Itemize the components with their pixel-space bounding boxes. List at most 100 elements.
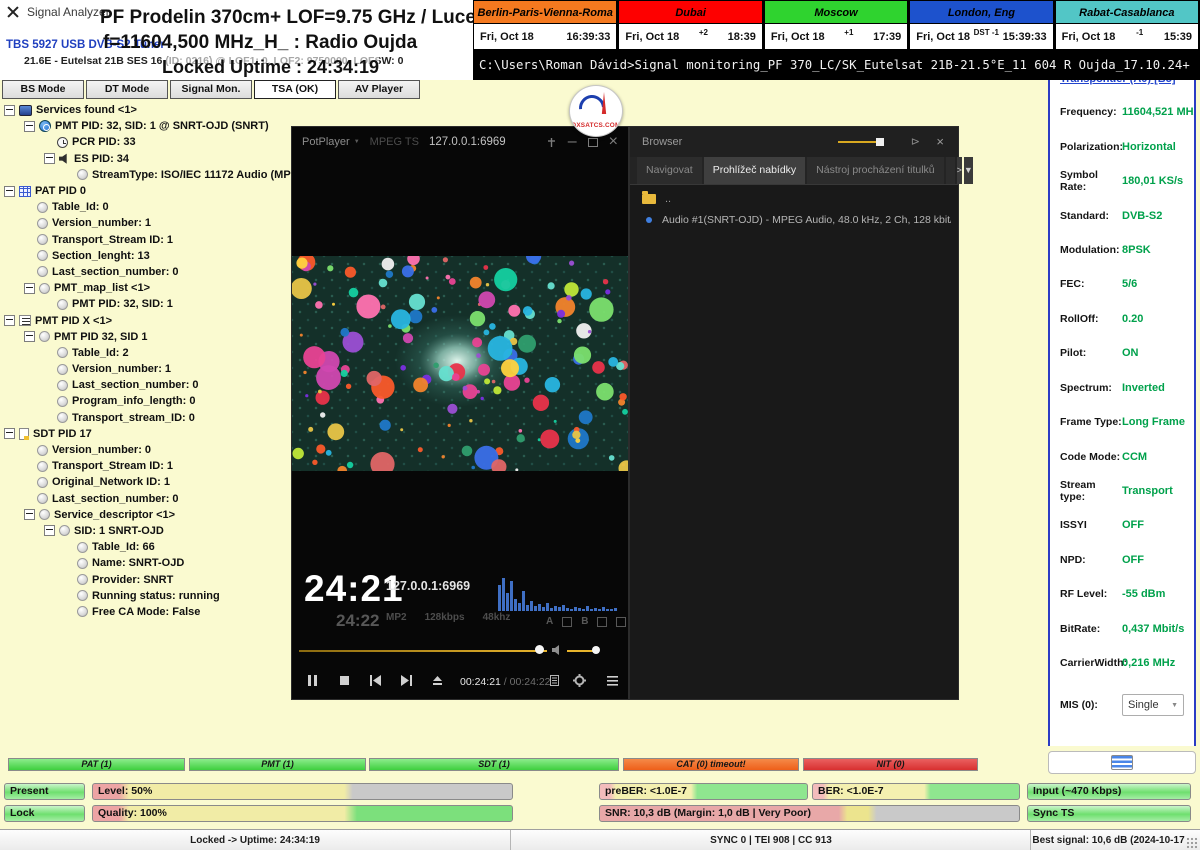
- tree-expand-box[interactable]: [44, 525, 55, 536]
- seek-handle[interactable]: [535, 645, 544, 654]
- tree-item[interactable]: Last_section_number: 0: [0, 491, 291, 507]
- ab-a-button[interactable]: A: [546, 616, 553, 627]
- tree-item[interactable]: Service_descriptor <1>: [0, 507, 291, 523]
- tree-item-label: PMT PID: 32, SID: 1 @ SNRT-OJD (SNRT): [55, 120, 269, 132]
- resize-grip[interactable]: [1186, 837, 1198, 849]
- tree-expand-box[interactable]: [44, 153, 55, 164]
- tree-expand-box[interactable]: [24, 121, 35, 132]
- tree-item[interactable]: PCR PID: 33: [0, 134, 291, 150]
- tree-item[interactable]: PMT PID: 32, SID: 1: [0, 296, 291, 312]
- chevron-right-button[interactable]: >: [957, 157, 962, 184]
- tree-item[interactable]: ES PID: 34: [0, 151, 291, 167]
- mis-select[interactable]: Single ▼: [1122, 694, 1184, 716]
- browser-titlebar[interactable]: Browser ⊳ ×: [630, 127, 958, 157]
- potplayer-menu-button[interactable]: PotPlayer▼: [302, 136, 360, 148]
- video-area[interactable]: [292, 256, 628, 471]
- tree-expand-box[interactable]: [24, 331, 35, 342]
- volume-icon[interactable]: [552, 644, 564, 656]
- opacity-slider-handle[interactable]: [876, 138, 884, 146]
- tree-item[interactable]: Original_Network ID: 1: [0, 474, 291, 490]
- tree-item-label: Name: SNRT-OJD: [92, 557, 184, 569]
- tree-item[interactable]: Transport_Stream ID: 1: [0, 458, 291, 474]
- browser-tab-n-stroj-proch-zen-titulk[interactable]: Nástroj procházení titulků: [807, 157, 943, 184]
- tree-item[interactable]: Name: SNRT-OJD: [0, 555, 291, 571]
- fullscreen-button[interactable]: [616, 617, 626, 627]
- close-icon[interactable]: ×: [936, 134, 944, 149]
- transponder-row-label: Stream type:: [1060, 479, 1122, 503]
- tree-item[interactable]: PMT PID: 32, SID: 1 @ SNRT-OJD (SNRT): [0, 118, 291, 134]
- transponder-row: FEC:5/6: [1050, 267, 1194, 301]
- dot-icon: [57, 396, 68, 407]
- next-button[interactable]: [400, 674, 413, 687]
- tree-item[interactable]: PMT PID 32, SID 1: [0, 329, 291, 345]
- tree-item[interactable]: PMT_map_list <1>: [0, 280, 291, 296]
- tree-item[interactable]: Table_Id: 2: [0, 345, 291, 361]
- tree-item[interactable]: Version_number: 1: [0, 361, 291, 377]
- chevron-down-button[interactable]: ▼: [964, 157, 973, 184]
- tab-tsa-ok[interactable]: TSA (OK): [254, 80, 336, 99]
- transponder-row-value: DVB-S2: [1122, 210, 1162, 222]
- clock-date: Fri, Oct 18: [916, 31, 970, 43]
- tree-item[interactable]: Running status: running: [0, 588, 291, 604]
- tab-av-player[interactable]: AV Player: [338, 80, 420, 99]
- pin-icon[interactable]: ⊳: [911, 135, 920, 148]
- tree-expand-box[interactable]: [24, 509, 35, 520]
- browser-tab-prohl-e-nab-dky[interactable]: Prohlížeč nabídky: [704, 157, 805, 184]
- stop-button[interactable]: [338, 674, 351, 687]
- volume-handle[interactable]: [592, 646, 600, 654]
- clock-offset: DST -1: [974, 28, 999, 37]
- settings-gear-icon[interactable]: [573, 674, 586, 687]
- tree-item[interactable]: SID: 1 SNRT-OJD: [0, 523, 291, 539]
- playlist-button[interactable]: [548, 674, 561, 687]
- pause-button[interactable]: [306, 674, 319, 687]
- tree-item[interactable]: Transport_stream_ID: 0: [0, 410, 291, 426]
- tree-item[interactable]: Last_section_number: 0: [0, 264, 291, 280]
- seek-bar[interactable]: [299, 650, 547, 652]
- tree-item[interactable]: SDT PID 17: [0, 426, 291, 442]
- tab-dt-mode[interactable]: DT Mode: [86, 80, 168, 99]
- tree-expand-box[interactable]: [4, 186, 15, 197]
- transponder-row-value: 180,01 KS/s: [1122, 175, 1183, 187]
- tree-item[interactable]: Table_Id: 0: [0, 199, 291, 215]
- tree-item[interactable]: Program_info_length: 0: [0, 393, 291, 409]
- tree-item[interactable]: Free CA Mode: False: [0, 604, 291, 620]
- loop-button[interactable]: [597, 617, 607, 627]
- ab-b-button[interactable]: B: [581, 616, 588, 627]
- browser-tab-navigovat[interactable]: Navigovat: [637, 157, 702, 184]
- tree-item[interactable]: Services found <1>: [0, 102, 291, 118]
- maximize-icon[interactable]: [588, 138, 598, 147]
- eject-button[interactable]: [431, 674, 444, 687]
- tree-expand-box[interactable]: [4, 105, 15, 116]
- tree-item[interactable]: Version_number: 1: [0, 215, 291, 231]
- tree-expand-box[interactable]: [4, 315, 15, 326]
- tree-expand-box[interactable]: [24, 283, 35, 294]
- status-best-signal: Best signal: 10,6 dB (2024-10-17 16:22): [1030, 830, 1186, 850]
- dot-icon: [57, 364, 68, 375]
- potplayer-menu-label: PotPlayer: [302, 136, 350, 148]
- tab-signal-mon[interactable]: Signal Mon.: [170, 80, 252, 99]
- dot-icon: [39, 509, 50, 520]
- folder-icon: [642, 194, 656, 204]
- tree-item[interactable]: Transport_Stream ID: 1: [0, 232, 291, 248]
- pin-icon[interactable]: [546, 137, 557, 148]
- tree-item[interactable]: Table_Id: 66: [0, 539, 291, 555]
- snapshot-button[interactable]: [562, 617, 572, 627]
- tree-item-label: Table_Id: 0: [52, 201, 109, 213]
- tree-item[interactable]: Last_section_number: 0: [0, 377, 291, 393]
- list-item-audio-track[interactable]: Audio #1(SNRT-OJD) - MPEG Audio, 48.0 kH…: [646, 214, 951, 226]
- tree-item[interactable]: Version_number: 0: [0, 442, 291, 458]
- tree-item[interactable]: PAT PID 0: [0, 183, 291, 199]
- tree-item[interactable]: Provider: SNRT: [0, 571, 291, 587]
- menu-icon[interactable]: [606, 674, 619, 687]
- transponder-row: Modulation:8PSK: [1050, 233, 1194, 267]
- tree-item[interactable]: PMT PID X <1>: [0, 312, 291, 328]
- tree-item[interactable]: StreamType: ISO/IEC 11172 Audio (MPEG-1)…: [0, 167, 291, 183]
- tree-expand-box[interactable]: [4, 428, 15, 439]
- window-titlebar[interactable]: Signal Analyzer: [6, 5, 110, 19]
- previous-button[interactable]: [369, 674, 382, 687]
- browser-tab-online-titulky[interactable]: Online titulky: [946, 157, 955, 184]
- tab-bs-mode[interactable]: BS Mode: [2, 80, 84, 99]
- transponder-row-label: CarrierWidth:: [1060, 657, 1122, 669]
- parent-folder-row[interactable]: ..: [642, 193, 671, 205]
- tree-item[interactable]: Section_lenght: 13: [0, 248, 291, 264]
